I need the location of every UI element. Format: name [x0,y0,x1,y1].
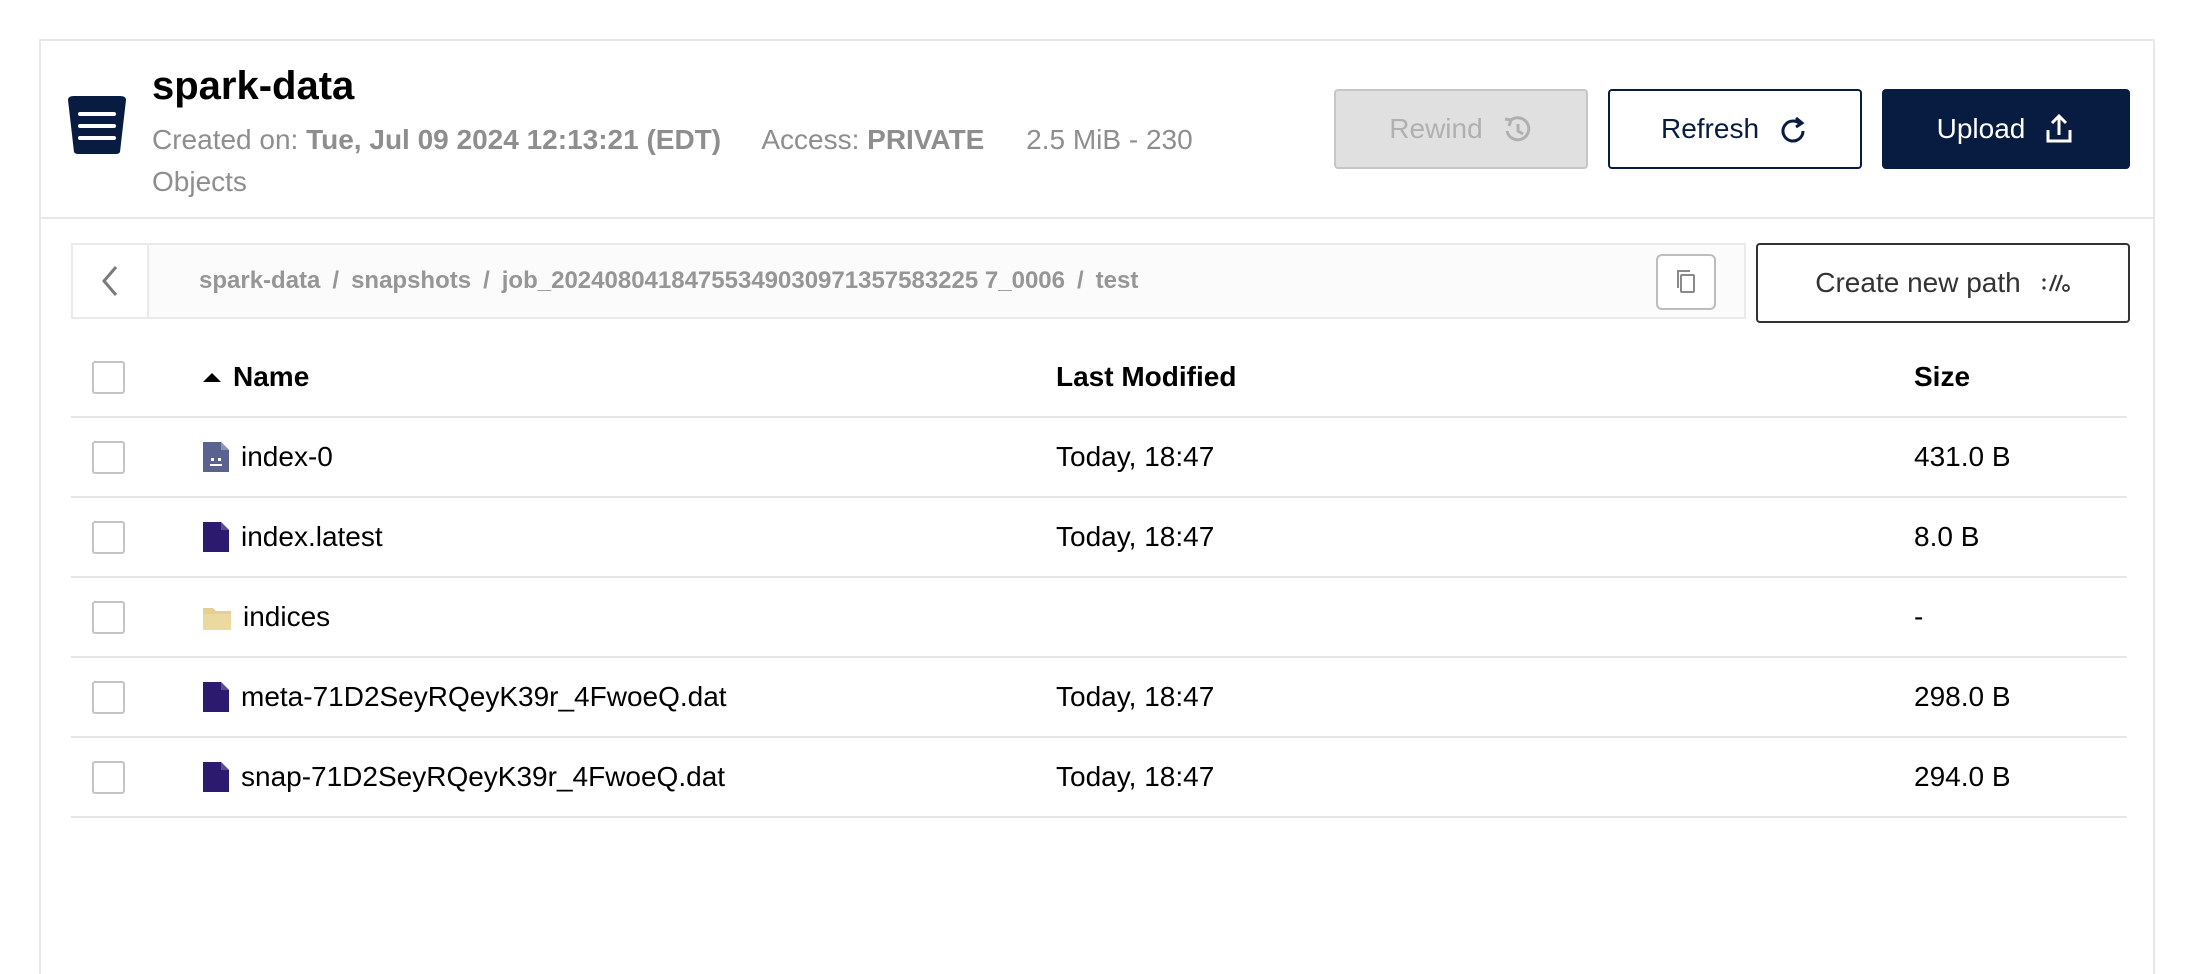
bucket-header: spark-data Created on: Tue, Jul 09 2024 … [41,41,2153,219]
select-all-checkbox[interactable] [92,360,125,394]
file-size: 294.0 B [1914,761,2011,792]
upload-icon [2046,113,2072,143]
file-name: snap-71D2SeyRQeyK39r_4FwoeQ.dat [241,761,726,792]
sort-ascending-icon [203,373,221,382]
created-value: Tue, Jul 09 2024 12:13:21 (EDT) [306,124,722,155]
row-checkbox[interactable] [92,440,125,474]
create-new-path-button[interactable]: Create new path [1756,243,2130,323]
folder-name: indices [243,601,331,632]
table-row[interactable]: snap-71D2SeyRQeyK39r_4FwoeQ.dat Today, 1… [71,738,2127,818]
table-row[interactable]: index-0 Today, 18:47 431.0 B [71,418,2127,498]
unknown-file-icon [203,442,229,472]
file-name: index-0 [241,441,333,472]
rewind-button[interactable]: Rewind [1334,89,1588,169]
file-name: meta-71D2SeyRQeyK39r_4FwoeQ.dat [241,681,727,712]
table-row[interactable]: indices - [71,578,2127,658]
bucket-meta: Created on: Tue, Jul 09 2024 12:13:21 (E… [152,119,1202,203]
last-modified: Today, 18:47 [1056,761,1215,792]
table-row[interactable]: index.latest Today, 18:47 8.0 B [71,498,2127,578]
file-name: index.latest [241,521,383,552]
refresh-button[interactable]: Refresh [1608,89,1862,169]
file-size: 298.0 B [1914,681,2011,712]
breadcrumb-separator: / [1076,267,1084,294]
file-size: 8.0 B [1914,521,1980,552]
last-modified-column-header[interactable]: Last Modified [1056,338,1236,416]
last-modified: Today, 18:47 [1056,681,1215,712]
copy-path-button[interactable] [1656,254,1716,310]
row-checkbox[interactable] [92,680,125,714]
breadcrumb-item-job[interactable]: job_20240804184755349030971357583225 7_0… [502,267,1065,295]
breadcrumb-separator: / [332,267,340,294]
copy-icon [1677,270,1695,293]
breadcrumb-item-snapshots[interactable]: snapshots [351,267,471,295]
breadcrumb-item-test[interactable]: test [1096,267,1139,295]
breadcrumb-item-spark-data[interactable]: spark-data [199,267,320,295]
object-browser-panel: spark-data Created on: Tue, Jul 09 2024 … [39,39,2155,974]
upload-button[interactable]: Upload [1882,89,2130,169]
file-icon [203,522,229,552]
create-new-path-label: Create new path [1815,267,2021,298]
breadcrumb-separator: / [483,267,490,294]
table-row[interactable]: meta-71D2SeyRQeyK39r_4FwoeQ.dat Today, 1… [71,658,2127,738]
upload-label: Upload [1936,113,2026,144]
bucket-icon [68,96,126,154]
table-header-row: Name Last Modified Size [71,338,2127,418]
history-icon [1504,116,1530,142]
breadcrumb: spark-data / snapshots / job_20240804184… [71,243,1746,319]
size-column-header[interactable]: Size [1914,338,1970,416]
access-value: PRIVATE [867,124,985,155]
created-label: Created on: [152,124,299,155]
access-label: Access: [761,124,860,155]
row-checkbox[interactable] [92,600,125,634]
bucket-title: spark-data [152,64,355,108]
file-icon [203,762,229,792]
refresh-icon [1781,116,1805,143]
new-path-icon [2042,274,2070,292]
row-checkbox[interactable] [92,760,125,794]
row-checkbox[interactable] [92,520,125,554]
name-column-header[interactable]: Name [201,338,309,416]
rewind-label: Rewind [1389,113,1483,144]
last-modified: Today, 18:47 [1056,441,1215,472]
refresh-label: Refresh [1660,113,1760,144]
objects-table: Name Last Modified Size index-0 Today, 1… [71,338,2127,818]
chevron-left-icon [102,266,118,296]
back-button[interactable] [73,245,149,317]
folder-icon [203,608,231,630]
file-size: - [1914,601,1924,632]
file-size: 431.0 B [1914,441,2011,472]
last-modified: Today, 18:47 [1056,521,1215,552]
breadcrumb-path: spark-data / snapshots / job_20240804184… [199,245,1138,317]
file-icon [203,682,229,712]
